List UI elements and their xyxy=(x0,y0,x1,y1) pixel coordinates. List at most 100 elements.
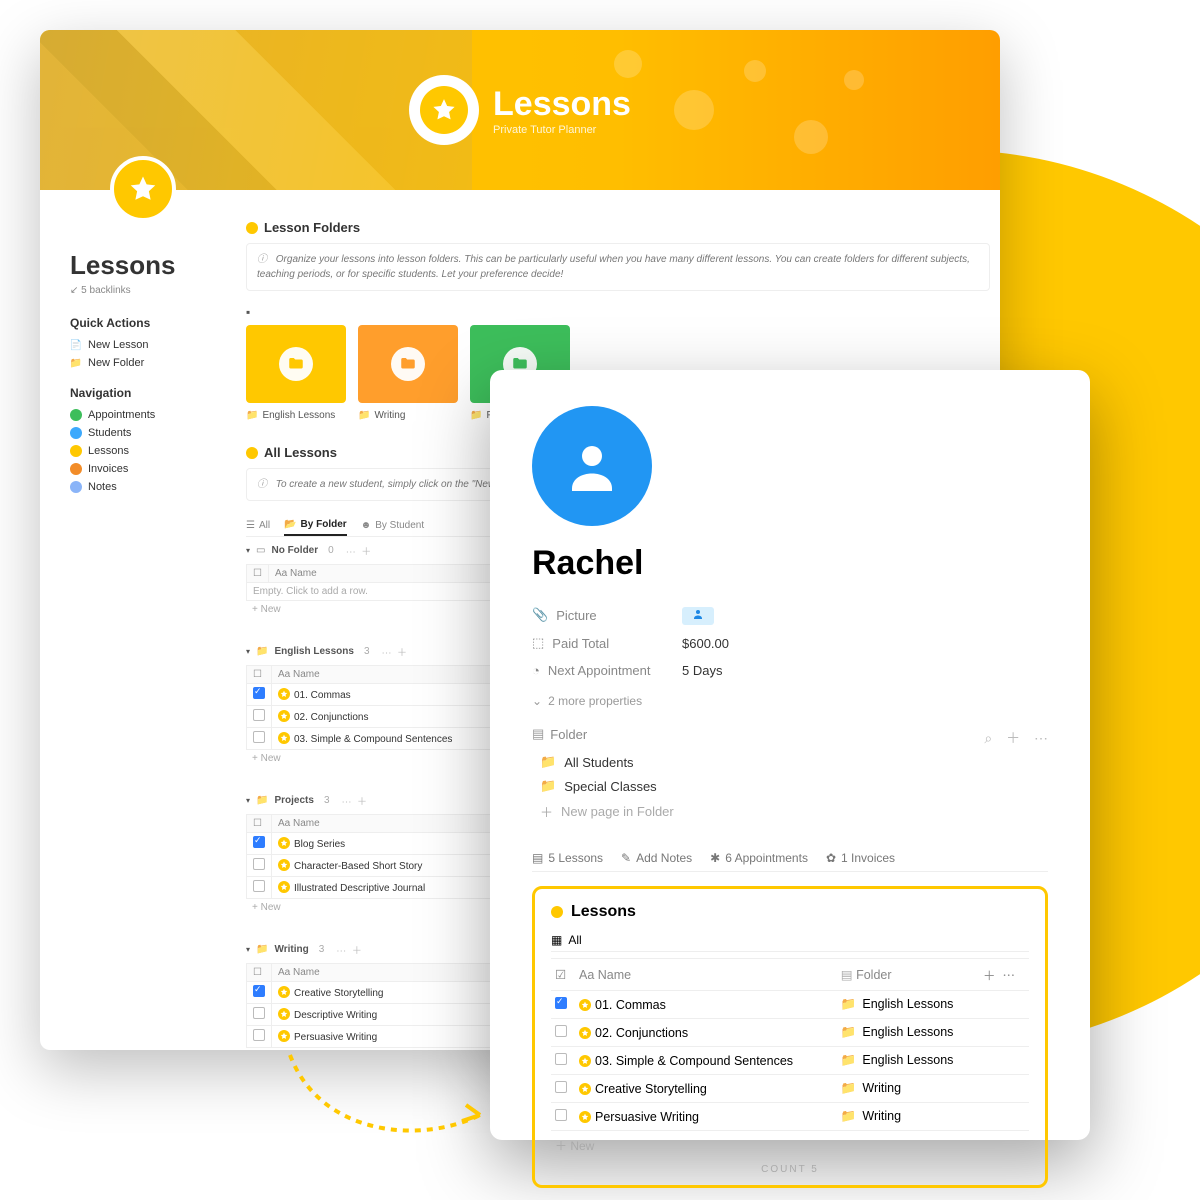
star-icon xyxy=(278,732,290,744)
plus-icon: ＋ xyxy=(540,802,553,821)
lesson-folders-tip: ⓘ Organize your lessons into lesson fold… xyxy=(246,243,990,291)
quick-actions-heading: Quick Actions xyxy=(70,316,220,330)
checkbox[interactable] xyxy=(253,836,265,848)
nav-item-notes[interactable]: Notes xyxy=(70,478,220,496)
new-folder-button[interactable]: 📁 New Folder xyxy=(70,354,220,372)
tab-notes[interactable]: ✎Add Notes xyxy=(621,845,692,871)
star-icon xyxy=(431,97,457,123)
page-icon: ▤ xyxy=(532,851,543,865)
hero-title: Lessons xyxy=(493,85,631,124)
checkbox[interactable] xyxy=(555,1053,567,1065)
tab-by-student[interactable]: ☻By Student xyxy=(361,515,424,536)
table-row[interactable]: 01. Commas 📁English Lessons xyxy=(551,991,1029,1019)
new-lesson-button[interactable]: 📄 New Lesson xyxy=(70,336,220,354)
folder-icon: ▤ xyxy=(532,726,544,742)
checkbox[interactable] xyxy=(555,1025,567,1037)
checkbox[interactable] xyxy=(253,1029,265,1041)
checkbox[interactable] xyxy=(253,880,265,892)
folder-view-toggle[interactable]: ▪ xyxy=(246,305,990,319)
folder-link-all-students[interactable]: 📁 All Students xyxy=(532,750,1048,774)
folder-card[interactable]: 📁Writing xyxy=(358,325,458,403)
new-page-in-folder[interactable]: ＋ New page in Folder xyxy=(532,798,1048,825)
checkbox[interactable] xyxy=(253,731,265,743)
gear-icon: ✿ xyxy=(826,851,836,865)
add-button[interactable]: ＋ xyxy=(1006,730,1020,746)
currency-icon: ⬚ xyxy=(532,635,544,651)
backlinks[interactable]: ↙ 5 backlinks xyxy=(70,285,220,296)
group-actions[interactable]: ⋯ ＋ xyxy=(342,793,368,808)
prop-next-appointment[interactable]: ◔Next Appointment 5 Days xyxy=(532,657,1048,684)
nav-item-appointments[interactable]: Appointments xyxy=(70,406,220,424)
tab-all[interactable]: ☰All xyxy=(246,515,270,536)
folder-icon: ▤ xyxy=(841,968,853,982)
row-count: COUNT 5 xyxy=(551,1160,1029,1179)
hero-bubbles xyxy=(604,30,904,190)
folder-icon: ▭ xyxy=(256,545,265,556)
page-icon[interactable] xyxy=(110,156,176,222)
prop-paid-total[interactable]: ⬚Paid Total $600.00 xyxy=(532,629,1048,657)
checkbox-header-icon: ☑ xyxy=(555,968,566,982)
clock-icon: ◔ xyxy=(532,663,540,678)
table-row[interactable]: 02. Conjunctions 📁English Lessons xyxy=(551,1019,1029,1047)
checkbox[interactable] xyxy=(555,997,567,1009)
table-row[interactable]: Creative Storytelling 📁Writing xyxy=(551,1075,1029,1103)
more-icon[interactable]: ⋯ xyxy=(1002,969,1015,983)
folder-icon: 📁 xyxy=(841,1025,857,1039)
picture-chip[interactable] xyxy=(682,607,714,625)
chevron-down-icon[interactable]: ▾ xyxy=(246,647,250,656)
folder-icon: 📁 xyxy=(256,795,268,806)
nav-item-invoices[interactable]: Invoices xyxy=(70,460,220,478)
tab-by-folder[interactable]: 📂By Folder xyxy=(284,515,347,536)
more-icon[interactable]: ⋯ xyxy=(1034,730,1048,746)
add-column-button[interactable]: ＋ xyxy=(983,969,996,983)
checkbox[interactable] xyxy=(253,687,265,699)
callout-arrow xyxy=(280,1045,500,1165)
info-icon: ⓘ xyxy=(257,479,267,490)
tab-lessons[interactable]: ▤5 Lessons xyxy=(532,845,603,871)
table-row[interactable]: Persuasive Writing 📁Writing xyxy=(551,1103,1029,1131)
folder-icon: 📁 xyxy=(841,1053,857,1067)
prop-picture[interactable]: 📎Picture xyxy=(532,601,1048,629)
star-icon xyxy=(579,1083,591,1095)
folder-icon: 📁 xyxy=(841,997,857,1011)
chevron-down-icon[interactable]: ▾ xyxy=(246,796,250,805)
star-icon xyxy=(278,881,290,893)
folder-link-special-classes[interactable]: 📁 Special Classes xyxy=(532,774,1048,798)
col-folder: ▤ Folder xyxy=(837,959,979,991)
checkbox[interactable] xyxy=(253,858,265,870)
bell-icon: ✱ xyxy=(710,851,720,865)
chevron-down-icon[interactable]: ▾ xyxy=(246,945,250,954)
group-actions[interactable]: ⋯ ＋ xyxy=(382,644,408,659)
person-icon: ☻ xyxy=(361,520,372,531)
group-actions[interactable]: ⋯ ＋ xyxy=(336,942,362,957)
checkbox[interactable] xyxy=(555,1081,567,1093)
nav-icon xyxy=(70,427,82,439)
table-row[interactable]: 03. Simple & Compound Sentences 📁English… xyxy=(551,1047,1029,1075)
checkbox[interactable] xyxy=(253,1007,265,1019)
student-avatar[interactable] xyxy=(532,406,652,526)
attach-icon: 📎 xyxy=(532,607,548,623)
student-name: Rachel xyxy=(532,544,1048,583)
star-icon xyxy=(278,1008,290,1020)
nav-item-lessons[interactable]: Lessons xyxy=(70,442,220,460)
dot-icon xyxy=(246,447,258,459)
new-row-button[interactable]: ＋ New xyxy=(551,1131,1029,1160)
more-properties-toggle[interactable]: ⌄ 2 more properties xyxy=(532,694,1048,708)
tab-appointments[interactable]: ✱6 Appointments xyxy=(710,845,808,871)
hero-banner: Lessons Private Tutor Planner xyxy=(40,30,1000,190)
nav-item-students[interactable]: Students xyxy=(70,424,220,442)
panel-view-tab[interactable]: ▦ All xyxy=(551,933,1029,952)
student-lessons-panel: Lessons ▦ All ☑ Aa Name ▤ Folder ＋ ⋯ 01.… xyxy=(532,886,1048,1188)
dot-icon xyxy=(551,906,563,918)
search-icon[interactable]: ⌕ xyxy=(984,730,992,746)
group-actions[interactable]: ⋯ ＋ xyxy=(346,543,372,558)
chevron-down-icon[interactable]: ▾ xyxy=(246,546,250,555)
checkbox[interactable] xyxy=(253,985,265,997)
star-icon xyxy=(278,859,290,871)
folder-icon: 📂 xyxy=(284,519,296,530)
tab-invoices[interactable]: ✿1 Invoices xyxy=(826,845,895,871)
sidebar: Lessons ↙ 5 backlinks Quick Actions 📄 Ne… xyxy=(70,220,220,1040)
checkbox[interactable] xyxy=(555,1109,567,1121)
checkbox[interactable] xyxy=(253,709,265,721)
folder-card[interactable]: 📁English Lessons xyxy=(246,325,346,403)
